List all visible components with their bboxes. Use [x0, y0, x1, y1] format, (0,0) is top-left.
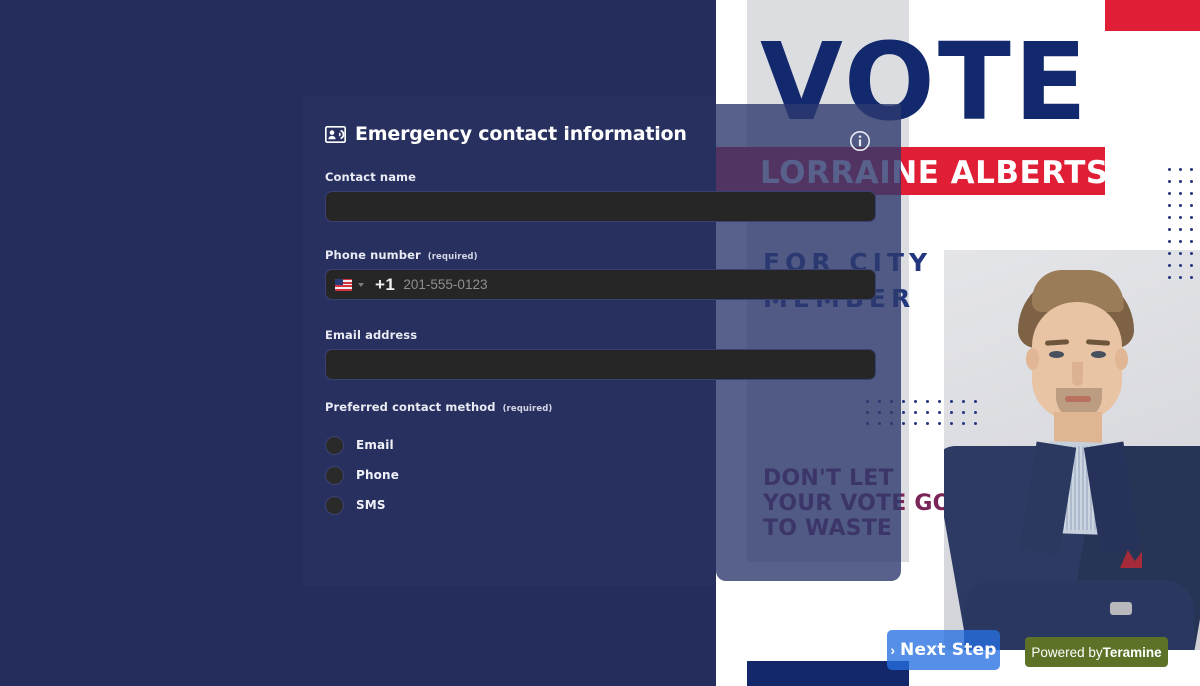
- decorative-dot: [950, 422, 953, 425]
- decorative-dot: [1179, 204, 1182, 207]
- decorative-dot: [938, 422, 941, 425]
- powered-by-prefix: Powered by: [1031, 644, 1103, 660]
- phone-input-group[interactable]: +1 201-555-0123: [325, 269, 876, 300]
- decorative-dot: [902, 422, 905, 425]
- decorative-dot: [962, 400, 965, 403]
- phone-number-placeholder[interactable]: 201-555-0123: [403, 277, 487, 292]
- decorative-dot: [1168, 216, 1171, 219]
- emergency-contact-form: Emergency contact information Contact na…: [303, 96, 876, 586]
- phone-number-label: Phone number (required): [325, 248, 478, 262]
- radio-icon[interactable]: [325, 435, 344, 455]
- decorative-dot: [1168, 204, 1171, 207]
- decorative-dot: [1190, 276, 1193, 279]
- decorative-dot: [1190, 168, 1193, 171]
- decorative-dot: [1179, 168, 1182, 171]
- form-title: Emergency contact information: [355, 123, 687, 145]
- field-email-address: Email address: [325, 328, 876, 380]
- decorative-dot: [914, 422, 917, 425]
- decorative-dot: [962, 422, 965, 425]
- decorative-dot: [974, 400, 977, 403]
- decorative-dot: [1179, 276, 1182, 279]
- decorative-dot: [1179, 240, 1182, 243]
- decorative-dot: [1190, 264, 1193, 267]
- field-phone-number: Phone number (required) +1 201-555-0123: [325, 248, 876, 300]
- radio-option-email[interactable]: Email: [325, 430, 705, 460]
- contact-card-icon: [324, 125, 347, 143]
- poster-navy-bottom-block: [747, 661, 909, 686]
- decorative-dot: [1168, 168, 1171, 171]
- decorative-dot: [914, 400, 917, 403]
- chevron-down-icon[interactable]: [358, 282, 364, 287]
- decorative-dot: [1190, 216, 1193, 219]
- decorative-dot: [1168, 192, 1171, 195]
- decorative-dot: [1190, 240, 1193, 243]
- email-address-input[interactable]: [325, 349, 876, 380]
- contact-name-input[interactable]: [325, 191, 876, 222]
- decorative-dot: [902, 400, 905, 403]
- decorative-dot: [974, 411, 977, 414]
- decorative-dot: [1168, 252, 1171, 255]
- phone-dial-code: +1: [375, 274, 396, 294]
- powered-by-brand: Teramine: [1102, 644, 1162, 660]
- decorative-dot: [926, 422, 929, 425]
- decorative-dot: [1179, 252, 1182, 255]
- decorative-dot: [1179, 216, 1182, 219]
- powered-by-badge[interactable]: Powered by Teramine: [1025, 637, 1168, 667]
- form-heading: Emergency contact information: [324, 123, 687, 145]
- contact-name-label: Contact name: [325, 170, 417, 184]
- radio-label: Phone: [356, 468, 400, 482]
- info-circle-icon[interactable]: [849, 130, 871, 152]
- next-step-label: Next Step: [900, 640, 997, 660]
- radio-option-phone[interactable]: Phone: [325, 460, 705, 490]
- preferred-required-note: (required): [502, 404, 553, 414]
- decorative-dot: [1168, 180, 1171, 183]
- radio-label: Email: [356, 438, 394, 452]
- next-step-button[interactable]: › Next Step: [887, 630, 1000, 670]
- chevron-right-icon: ›: [890, 642, 896, 658]
- decorative-dot: [938, 411, 941, 414]
- radio-option-sms[interactable]: SMS: [325, 490, 705, 520]
- decorative-dot: [950, 400, 953, 403]
- field-contact-name: Contact name: [325, 170, 876, 222]
- decorative-dot: [1168, 264, 1171, 267]
- decorative-dot: [1168, 240, 1171, 243]
- decorative-dot: [1179, 264, 1182, 267]
- decorative-dot: [974, 422, 977, 425]
- decorative-dot: [926, 400, 929, 403]
- preferred-contact-method-group: Preferred contact method (required) Emai…: [325, 400, 705, 520]
- poster-dot-grid-right: [1168, 168, 1200, 284]
- radio-icon[interactable]: [325, 495, 344, 515]
- decorative-dot: [1190, 180, 1193, 183]
- decorative-dot: [938, 400, 941, 403]
- decorative-dot: [1190, 252, 1193, 255]
- phone-required-note: (required): [427, 252, 478, 262]
- email-address-label: Email address: [325, 328, 418, 342]
- decorative-dot: [926, 411, 929, 414]
- poster-red-top-block: [1105, 0, 1200, 31]
- decorative-dot: [1168, 228, 1171, 231]
- us-flag-icon[interactable]: [335, 278, 352, 291]
- decorative-dot: [962, 411, 965, 414]
- preferred-contact-method-label: Preferred contact method (required): [325, 400, 553, 414]
- decorative-dot: [914, 411, 917, 414]
- decorative-dot: [1179, 180, 1182, 183]
- radio-icon[interactable]: [325, 465, 344, 485]
- candidate-photo: [944, 250, 1200, 650]
- form-overlay-panel: [716, 104, 901, 581]
- decorative-dot: [950, 411, 953, 414]
- app-root: VOTE LORRAINE ALBERTS FOR CITY MEMBER DO…: [0, 0, 1200, 686]
- form-side: Emergency contact information Contact na…: [0, 0, 876, 686]
- decorative-dot: [1168, 276, 1171, 279]
- radio-label: SMS: [356, 498, 386, 512]
- decorative-dot: [1190, 228, 1193, 231]
- decorative-dot: [1179, 192, 1182, 195]
- decorative-dot: [1179, 228, 1182, 231]
- decorative-dot: [1190, 192, 1193, 195]
- decorative-dot: [1190, 204, 1193, 207]
- decorative-dot: [902, 411, 905, 414]
